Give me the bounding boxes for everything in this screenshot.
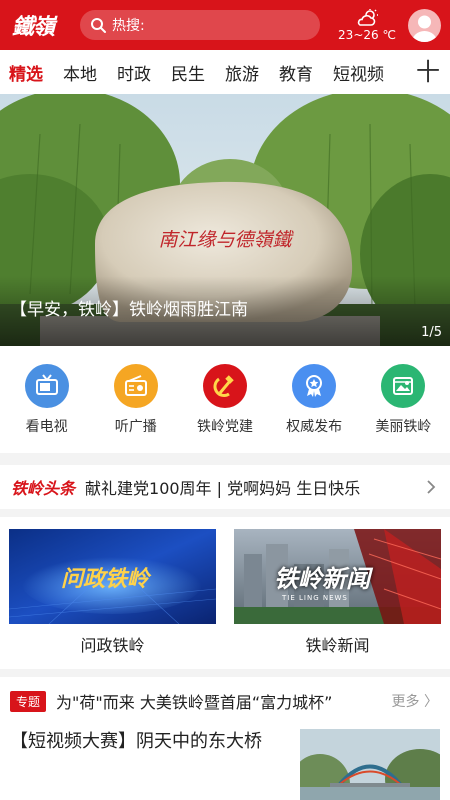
program-card-news[interactable]: 铁岭新闻 TIE LING NEWS 铁岭新闻 [234, 529, 441, 669]
quick-link-label: 权威发布 [286, 419, 343, 435]
quick-link-tv[interactable]: 看电视 [4, 346, 90, 453]
tab-featured[interactable]: 精选 [9, 60, 43, 85]
tab-travel[interactable]: 旅游 [225, 60, 259, 85]
tab-fade [386, 50, 412, 94]
quick-link-label: 美丽铁岭 [375, 419, 432, 435]
weather-widget[interactable]: 23~26 ℃ [334, 8, 400, 42]
headline-ticker[interactable]: 铁岭头条 献礼建党100周年 | 党啊妈妈 生日快乐 [0, 465, 450, 509]
search-icon [91, 18, 106, 33]
headline-tag: 铁岭头条 [11, 479, 76, 498]
weather-temperature: 23~26 ℃ [338, 27, 396, 42]
stone-inscription: 南江缘与德嶺鐵 [158, 229, 294, 251]
quick-link-label: 看电视 [25, 419, 68, 435]
quick-link-official[interactable]: 权威发布 [271, 346, 357, 453]
user-avatar-icon [412, 15, 437, 42]
program-cards: 问政铁岭 问政铁岭 铁岭新闻 TIE LING NEWS 铁岭新闻 [0, 517, 450, 669]
program-label: 铁岭新闻 [305, 636, 370, 655]
tv-icon [24, 364, 69, 408]
channel-tabs: 精选 本地 时政 民生 旅游 教育 短视频 十 [0, 50, 450, 94]
program-label: 问政铁岭 [80, 636, 145, 655]
topic-badge: 专题 [10, 690, 47, 712]
tab-politics[interactable]: 时政 [117, 60, 151, 85]
party-emblem-icon [202, 364, 247, 408]
topic-row[interactable]: 专题 为"荷"而来 大美铁岭暨首届“富力城杯” 更多 〉 [0, 687, 450, 715]
radio-icon [113, 364, 158, 408]
hero-banner[interactable]: 南江缘与德嶺鐵 【早安，铁岭】铁岭烟雨胜江南 1/5 [0, 94, 450, 346]
article-thumbnail[interactable] [300, 729, 440, 800]
award-badge-icon [292, 364, 337, 408]
more-link[interactable]: 更多 〉 [392, 691, 438, 711]
program-thumbnail-title: 铁岭新闻 [274, 564, 370, 593]
tab-strip: 精选 本地 时政 民生 旅游 教育 短视频 [0, 60, 412, 85]
quick-links: 看电视 听广播 铁岭党建 权威发布 美丽铁岭 [0, 346, 450, 453]
plus-icon[interactable]: 十 [416, 58, 440, 86]
tab-education[interactable]: 教育 [279, 60, 313, 85]
banner-page-indicator: 1/5 [421, 325, 442, 340]
quick-link-label: 铁岭党建 [196, 419, 253, 435]
tab-local[interactable]: 本地 [63, 60, 97, 85]
quick-link-radio[interactable]: 听广播 [93, 346, 179, 453]
search-label: 热搜: [112, 18, 145, 34]
program-thumbnail: 问政铁岭 [9, 529, 216, 624]
article-title[interactable]: 【短视频大赛】阴天中的东大桥 [10, 727, 290, 757]
program-thumbnail-title: 问政铁岭 [61, 566, 150, 592]
program-thumbnail-subtitle: TIE LING NEWS [282, 594, 348, 602]
program-card-wenzheng[interactable]: 问政铁岭 问政铁岭 [9, 529, 216, 669]
app-logo[interactable]: 鐵嶺 [12, 9, 72, 41]
user-avatar[interactable] [408, 8, 441, 42]
program-thumbnail: 铁岭新闻 TIE LING NEWS [234, 529, 441, 624]
topic-title[interactable]: 为"荷"而来 大美铁岭暨首届“富力城杯” [56, 689, 356, 713]
tab-short-video[interactable]: 短视频 [333, 60, 384, 85]
partly-cloudy-icon [357, 8, 378, 26]
quick-link-party[interactable]: 铁岭党建 [182, 346, 268, 453]
top-header: 鐵嶺 热搜: 23~26 ℃ [0, 0, 450, 50]
banner-caption[interactable]: 【早安，铁岭】铁岭烟雨胜江南 [10, 295, 248, 320]
landscape-icon [381, 364, 426, 408]
quick-link-scenery[interactable]: 美丽铁岭 [360, 346, 446, 453]
bridge-photo [300, 729, 440, 800]
tab-livelihood[interactable]: 民生 [171, 60, 205, 85]
topic-section: 专题 为"荷"而来 大美铁岭暨首届“富力城杯” 更多 〉 【短视频大赛】阴天中的… [0, 677, 450, 800]
quick-link-label: 听广播 [114, 419, 157, 435]
headline-text[interactable]: 献礼建党100周年 | 党啊妈妈 生日快乐 [85, 475, 385, 499]
chevron-right-icon[interactable] [426, 479, 436, 495]
search-bar[interactable]: 热搜: [80, 10, 320, 40]
